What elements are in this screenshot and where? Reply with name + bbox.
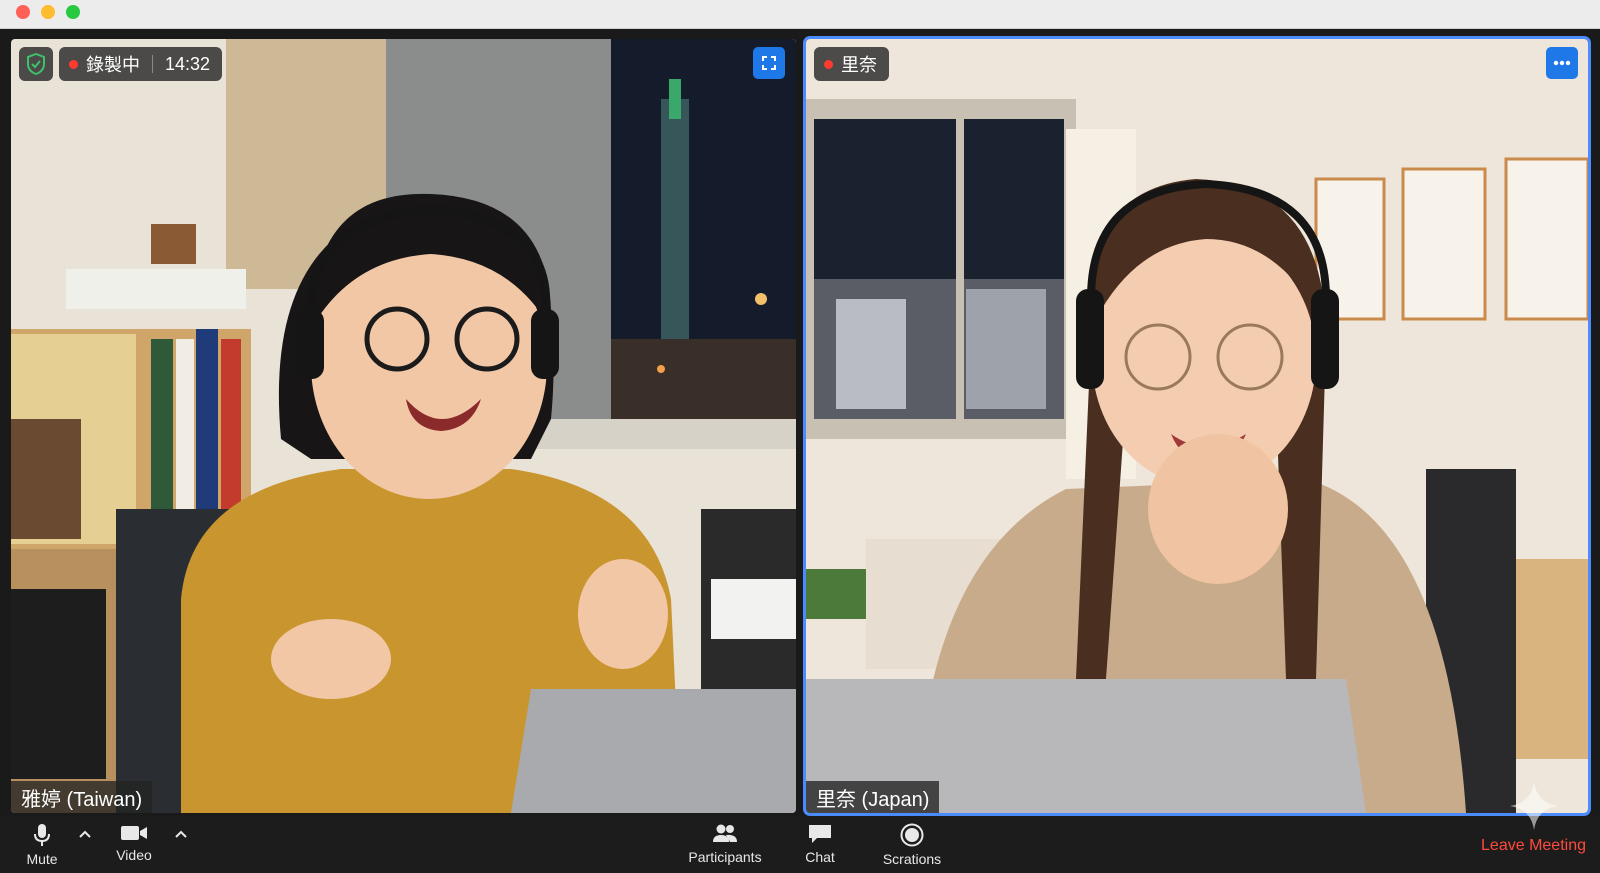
audio-options-chevron-up-icon[interactable] xyxy=(78,829,92,839)
video-label: Video xyxy=(116,847,152,863)
recording-dot-icon xyxy=(69,59,78,69)
record-icon xyxy=(900,823,924,847)
mute-label: Mute xyxy=(26,851,58,867)
microphone-icon xyxy=(34,824,50,846)
security-badge[interactable] xyxy=(19,47,53,81)
participant-badge-top: 里奈 xyxy=(814,47,889,81)
video-feed-taiwan xyxy=(11,39,796,813)
recording-badge[interactable]: 錄製中 14:32 xyxy=(59,47,223,81)
window-close-button[interactable] xyxy=(16,5,30,19)
window-maximize-button[interactable] xyxy=(66,5,80,19)
expand-icon xyxy=(762,56,776,70)
leave-meeting-button[interactable]: Leave Meeting xyxy=(1481,837,1586,855)
more-horizontal-icon xyxy=(1553,60,1571,66)
video-button[interactable]: Video xyxy=(110,823,158,871)
record-label: Scrations xyxy=(882,851,942,867)
chat-label: Chat xyxy=(805,849,835,865)
video-stage: 錄製中 14:32 雅婷 (Taiwan) 里奈 里奈 (Japan) xyxy=(0,29,1600,817)
participants-icon xyxy=(713,824,737,842)
window-minimize-button[interactable] xyxy=(41,5,55,19)
fullscreen-button[interactable] xyxy=(753,47,785,79)
participant-name-taiwan: 雅婷 (Taiwan) xyxy=(11,781,153,813)
recording-label: 錄製中 xyxy=(86,55,140,75)
video-tile-taiwan[interactable]: 錄製中 14:32 雅婷 (Taiwan) xyxy=(11,39,796,813)
chat-button[interactable]: Chat xyxy=(798,823,842,871)
window-titlebar xyxy=(0,0,1600,29)
record-button[interactable]: Scrations xyxy=(876,823,948,871)
video-feed-japan xyxy=(806,39,1588,813)
more-options-button[interactable] xyxy=(1546,47,1578,79)
video-options-chevron-up-icon[interactable] xyxy=(174,829,188,839)
participants-label: Participants xyxy=(688,849,762,865)
mute-button[interactable]: Mute xyxy=(22,823,62,871)
video-tile-japan[interactable]: 里奈 里奈 (Japan) xyxy=(806,39,1588,813)
recording-timer: 14:32 xyxy=(165,53,211,74)
participant-badge-name: 里奈 xyxy=(841,55,877,75)
participant-name-japan: 里奈 (Japan) xyxy=(806,781,940,813)
sparkle-watermark-icon xyxy=(1510,782,1558,830)
recording-divider xyxy=(152,55,153,73)
video-camera-icon xyxy=(121,826,147,840)
recording-dot-icon xyxy=(824,59,833,69)
participants-button[interactable]: Participants xyxy=(680,823,770,871)
shield-check-icon xyxy=(27,53,45,75)
chat-bubble-icon xyxy=(809,825,831,843)
meeting-toolbar: Mute Video Participants Chat Scrations L… xyxy=(0,817,1600,873)
